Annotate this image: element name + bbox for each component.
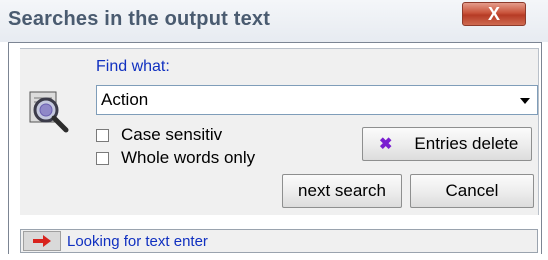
next-search-label: next search — [298, 181, 386, 200]
status-text: Looking for text enter — [67, 233, 208, 250]
delete-x-icon: ✖ — [379, 136, 393, 153]
find-what-label: Find what: — [96, 58, 170, 75]
close-button[interactable]: X — [462, 2, 526, 26]
entries-delete-label: Entries delete — [414, 134, 519, 153]
status-bar: Looking for text enter — [20, 229, 538, 253]
find-what-input[interactable] — [99, 88, 513, 112]
status-arrow-box — [23, 231, 61, 251]
cancel-label: Cancel — [445, 181, 499, 200]
case-sensitive-checkbox[interactable] — [96, 128, 109, 142]
title-bar: Searches in the output text X — [0, 0, 548, 42]
find-what-combobox[interactable] — [96, 85, 538, 115]
magnifier-icon — [29, 91, 69, 133]
whole-words-checkbox[interactable] — [96, 151, 109, 165]
chevron-down-icon[interactable] — [514, 87, 536, 113]
cancel-button[interactable]: Cancel — [410, 174, 534, 208]
whole-words-option[interactable]: Whole words only — [96, 147, 255, 169]
next-search-button[interactable]: next search — [282, 174, 402, 208]
window-title: Searches in the output text — [8, 8, 271, 30]
close-icon: X — [487, 4, 500, 24]
case-sensitive-label: Case sensitiv — [121, 125, 223, 144]
entries-delete-button[interactable]: ✖ Entries delete — [362, 127, 532, 161]
whole-words-label: Whole words only — [121, 148, 256, 167]
case-sensitive-option[interactable]: Case sensitiv — [96, 124, 222, 146]
right-arrow-icon — [33, 235, 51, 247]
